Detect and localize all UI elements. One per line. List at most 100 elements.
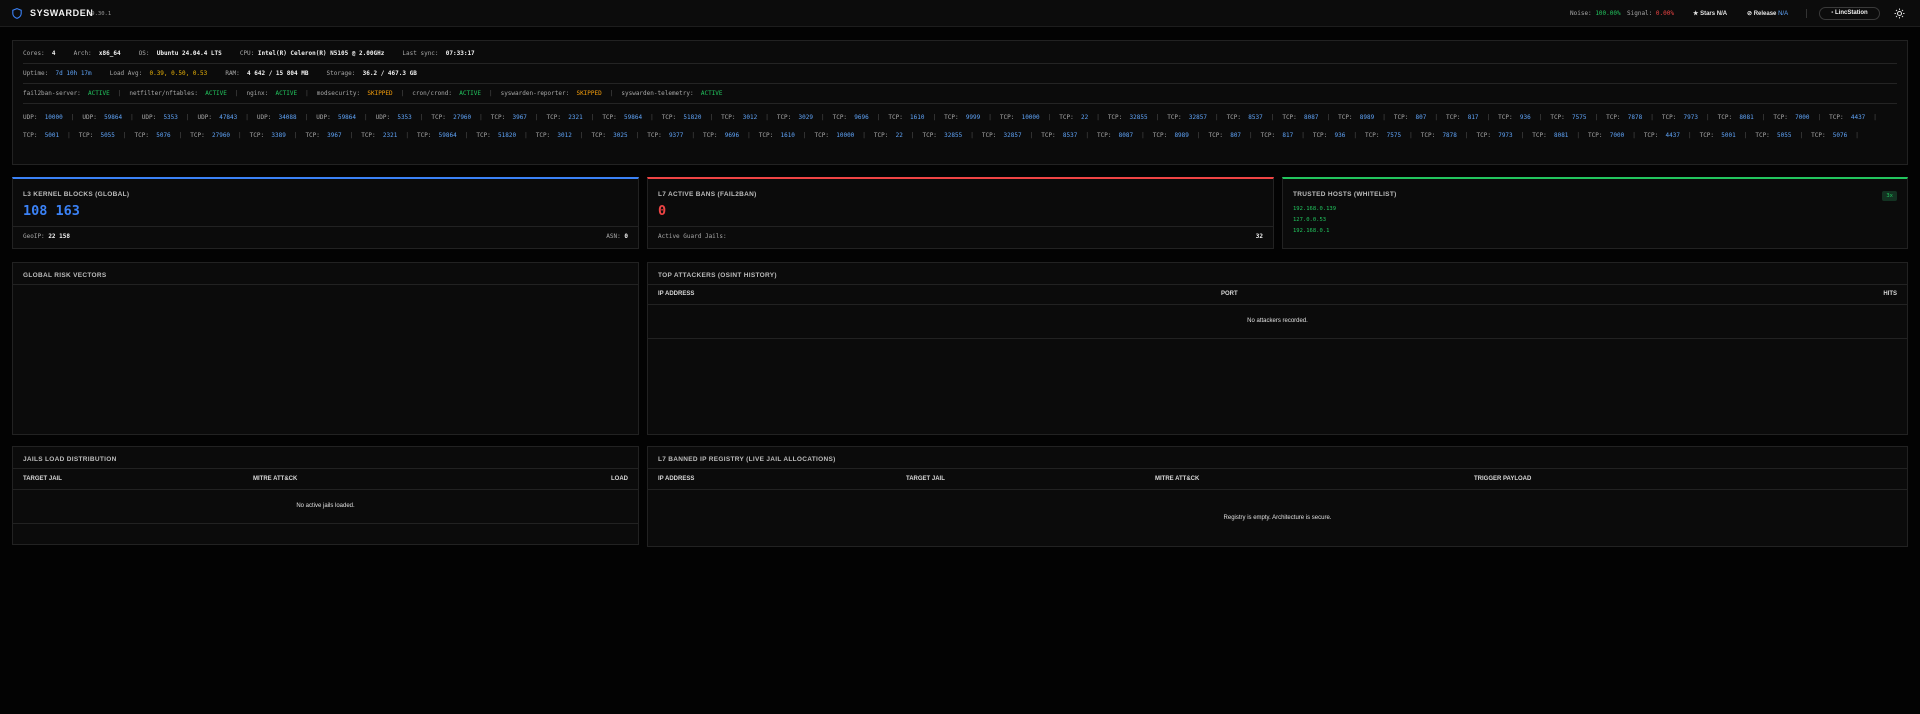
port-number: 8989 [1174,132,1189,139]
star-icon: ★ [1693,11,1699,17]
port-number: 5055 [100,132,115,139]
column-header-mitre[interactable]: MITRE ATT&CK [1155,476,1199,482]
release-link[interactable]: ⊘ Release N/A [1747,10,1788,17]
port-number: 936 [1334,132,1346,139]
port-number: 807 [1230,132,1242,139]
separator: | [1687,132,1692,139]
separator: | [1464,132,1469,139]
separator: | [635,132,640,139]
divider [648,226,1273,227]
port-number: 7000 [1795,114,1810,121]
separator: | [245,114,249,121]
card-title: L3 KERNEL BLOCKS (GLOBAL) [23,191,130,198]
port-number: 8081 [1739,114,1754,121]
port-number: 817 [1282,132,1294,139]
column-header-load[interactable]: LOAD [611,476,628,482]
sync-label: Last sync: [402,50,439,57]
signal-value: 0.00% [1655,10,1674,17]
port-entry: TCP: 7575 | [1365,127,1421,145]
port-entry: TCP: 807 | [1394,109,1446,127]
service-status: syswarden-reporter: SKIPPED [501,90,602,97]
separator: | [1249,132,1253,139]
column-header-ip[interactable]: IP ADDRESS [658,476,694,482]
port-protocol: TCP: [78,132,94,139]
port-entry: TCP: 7575 | [1550,109,1606,127]
port-entry: UDP: 34088 | [257,109,316,127]
port-entry: TCP: 27960 | [190,127,249,145]
separator: | [1817,114,1822,121]
port-protocol: TCP: [1829,114,1844,121]
separator: | [590,114,595,121]
separator: | [765,114,769,121]
port-number: 5001 [1721,132,1736,139]
port-protocol: TCP: [134,132,149,139]
port-entry: TCP: 7973 | [1477,127,1533,145]
service-name: netfilter/nftables: [129,90,198,97]
column-header-hits[interactable]: HITS [1883,291,1897,297]
separator: | [820,114,825,121]
jails-count: 32 [1255,233,1263,240]
port-number: 7878 [1627,114,1643,121]
cores-value: 4 [51,50,56,57]
port-protocol: TCP: [1532,132,1547,139]
separator: | [747,132,751,139]
empty-state-message: Registry is empty. Architecture is secur… [1223,515,1332,521]
os-label: OS: [138,50,150,57]
divider [13,523,638,524]
empty-state-message: No active jails loaded. [296,503,355,509]
port-number: 32855 [1129,114,1148,121]
l7-bans-count: 0 [658,203,667,219]
service-state: ACTIVE [88,90,110,97]
port-number: 51820 [683,114,702,121]
column-header-trigger-payload[interactable]: TRIGGER PAYLOAD [1474,476,1531,482]
port-protocol: TCP: [1588,132,1603,139]
separator: | [970,132,974,139]
separator: | [1706,114,1710,121]
port-entry: TCP: 8087 | [1282,109,1338,127]
column-header-mitre[interactable]: MITRE ATT&CK [253,476,297,482]
port-protocol: TCP: [944,114,959,121]
port-protocol: UDP: [316,114,331,121]
port-protocol: TCP: [1446,114,1461,121]
card-title: L7 ACTIVE BANS (FAIL2BAN) [658,191,757,198]
port-number: 32855 [944,132,963,139]
service-status: modsecurity: SKIPPED [317,90,393,97]
port-number: 51820 [498,132,517,139]
port-entry: TCP: 2321 | [547,109,603,127]
port-protocol: TCP: [1260,132,1276,139]
separator: | [1594,114,1599,121]
divider [648,284,1907,285]
port-entry: TCP: 5076 | [1811,127,1867,145]
port-number: 5001 [44,132,60,139]
port-protocol: TCP: [1096,132,1112,139]
port-entry: TCP: 3025 | [591,127,647,145]
station-button[interactable]: • LincStation [1819,7,1880,20]
column-header-port[interactable]: PORT [1221,291,1238,297]
port-entry: TCP: 7000 | [1773,109,1829,127]
port-entry: TCP: 32857 | [1167,109,1226,127]
separator: | [534,114,539,121]
port-protocol: TCP: [1041,132,1056,139]
port-number: 10000 [836,132,855,139]
port-protocol: TCP: [1208,132,1223,139]
port-entry: UDP: 47843 | [198,109,257,127]
port-protocol: UDP: [197,114,212,121]
port-entry: TCP: 5055 | [79,127,135,145]
column-header-ip[interactable]: IP ADDRESS [658,291,694,297]
divider [13,468,638,469]
theme-toggle-sun-icon[interactable] [1894,8,1905,19]
separator: | [1270,114,1275,121]
service-name: syswarden-telemetry: [621,90,694,97]
port-entry: TCP: 5001 | [23,127,79,145]
column-header-target-jail[interactable]: TARGET JAIL [23,476,62,482]
port-entry: TCP: 3012 | [536,127,592,145]
stars-label: Stars [1700,11,1716,17]
port-number: 34088 [278,114,297,121]
port-protocol: TCP: [1338,114,1353,121]
column-header-target-jail[interactable]: TARGET JAIL [906,476,945,482]
port-number: 7878 [1442,132,1457,139]
port-number: 10000 [1021,114,1040,121]
github-stars-link[interactable]: ★ Stars N/A [1693,10,1727,17]
separator: | [70,114,75,121]
port-number: 5353 [397,114,412,121]
